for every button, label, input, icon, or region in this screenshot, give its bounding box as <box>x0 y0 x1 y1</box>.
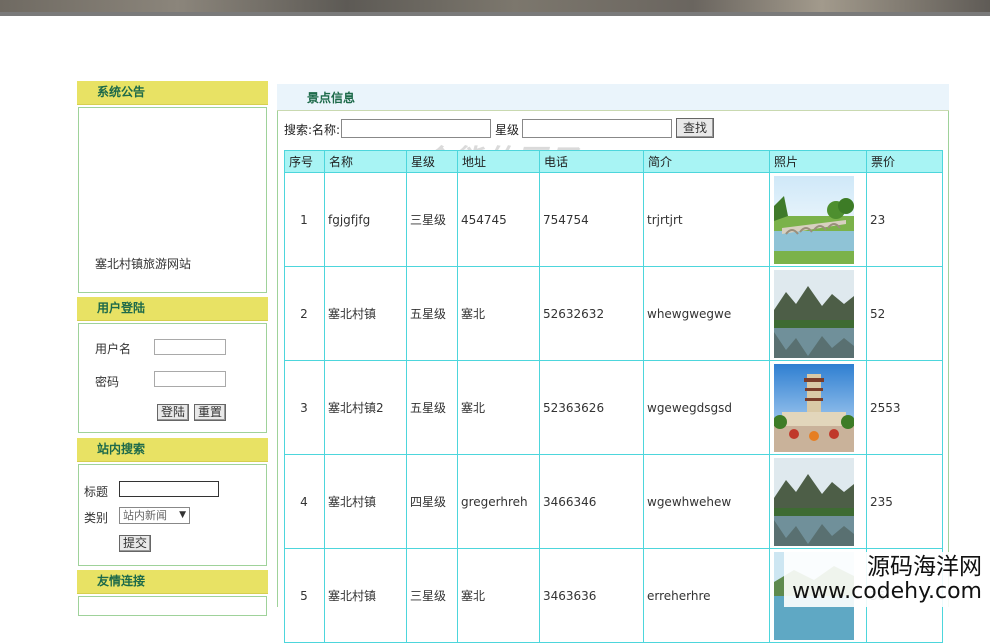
row-star: 三星级 <box>406 172 458 267</box>
column-header-name: 名称 <box>324 150 407 173</box>
row-price: 235 <box>866 454 943 549</box>
submit-button[interactable]: 提交 <box>119 535 152 552</box>
row-name: 塞北村镇2 <box>324 360 407 455</box>
column-header-address: 地址 <box>457 150 540 173</box>
row-price: 23 <box>866 172 943 267</box>
row-no: 1 <box>284 172 325 267</box>
row-address: 塞北 <box>457 360 540 455</box>
site-search-panel-title: 站内搜索 <box>77 438 268 462</box>
row-phone: 52632632 <box>539 266 644 361</box>
row-star: 五星级 <box>406 266 458 361</box>
row-photo-cell <box>769 454 867 549</box>
column-header-phone: 电话 <box>539 150 644 173</box>
row-intro: wgewhwehew <box>643 454 770 549</box>
find-button[interactable]: 查找 <box>676 118 715 138</box>
row-photo-cell <box>769 360 867 455</box>
row-intro: whewgwegwe <box>643 266 770 361</box>
username-label: 用户名 <box>95 342 132 356</box>
row-address: gregerhreh <box>457 454 540 549</box>
scenic-info-title: 景点信息 <box>277 84 949 111</box>
category-select[interactable]: 站内新闻 ▼ <box>119 507 190 524</box>
row-name: 塞北村镇 <box>324 548 407 643</box>
column-header-photo: 照片 <box>769 150 867 173</box>
search-category-label: 类别 <box>84 511 109 525</box>
table-header-row: 序号 名称 星级 地址 电话 简介 照片 票价 <box>284 150 943 173</box>
login-panel: 用户名 密码 登陆 重置 <box>78 323 267 433</box>
column-header-star: 星级 <box>406 150 458 173</box>
row-name: 塞北村镇 <box>324 454 407 549</box>
row-phone: 52363626 <box>539 360 644 455</box>
brand-watermark: 源码海洋网 www.codehy.com <box>784 552 986 607</box>
username-input[interactable] <box>154 339 226 355</box>
table-row[interactable]: 1 fgjgfjfg 三星级 454745 754754 trjrtjrt 23 <box>284 172 943 267</box>
category-select-value: 站内新闻 <box>123 509 167 522</box>
password-input[interactable] <box>154 371 226 387</box>
brand-en-text: www.codehy.com <box>792 579 982 604</box>
row-address: 454745 <box>457 172 540 267</box>
row-no: 2 <box>284 266 325 361</box>
bridge-photo[interactable] <box>774 175 854 264</box>
login-panel-title: 用户登陆 <box>77 297 268 321</box>
site-search-panel: 标题 类别 站内新闻 ▼ 提交 <box>78 464 267 566</box>
links-panel-title: 友情连接 <box>77 570 268 594</box>
row-photo-cell <box>769 266 867 361</box>
name-search-label: 搜索:名称: <box>284 123 341 137</box>
row-intro: erreherhre <box>643 548 770 643</box>
column-header-intro: 简介 <box>643 150 770 173</box>
row-phone: 754754 <box>539 172 644 267</box>
row-name: fgjgfjfg <box>324 172 407 267</box>
column-header-price: 票价 <box>866 150 943 173</box>
row-no: 4 <box>284 454 325 549</box>
row-intro: wgewegdsgsd <box>643 360 770 455</box>
row-price: 2553 <box>866 360 943 455</box>
row-price: 52 <box>866 266 943 361</box>
chevron-down-icon: ▼ <box>179 510 186 520</box>
table-row[interactable]: 4 塞北村镇 四星级 gregerhreh 3466346 wgewhwehew… <box>284 454 943 549</box>
row-address: 塞北 <box>457 548 540 643</box>
password-label: 密码 <box>95 375 120 389</box>
table-row[interactable]: 2 塞北村镇 五星级 塞北 52632632 whewgwegwe 52 <box>284 266 943 361</box>
column-header-no: 序号 <box>284 150 325 173</box>
mountain-lake-photo[interactable] <box>774 457 854 546</box>
tower-photo[interactable] <box>774 363 854 452</box>
links-panel <box>78 596 267 616</box>
row-address: 塞北 <box>457 266 540 361</box>
row-star: 五星级 <box>406 360 458 455</box>
row-photo-cell <box>769 172 867 267</box>
row-star: 四星级 <box>406 454 458 549</box>
notice-panel-title: 系统公告 <box>77 81 268 105</box>
row-intro: trjrtjrt <box>643 172 770 267</box>
row-no: 5 <box>284 548 325 643</box>
row-no: 3 <box>284 360 325 455</box>
notice-panel: 塞北村镇旅游网站 <box>78 107 267 293</box>
mountain-lake-photo[interactable] <box>774 269 854 358</box>
search-title-label: 标题 <box>84 485 109 499</box>
brand-cn-text: 源码海洋网 <box>867 554 982 580</box>
row-star: 三星级 <box>406 548 458 643</box>
reset-button[interactable]: 重置 <box>194 404 227 421</box>
header-banner-strip <box>0 0 990 16</box>
search-title-input[interactable] <box>119 481 219 497</box>
row-phone: 3466346 <box>539 454 644 549</box>
login-button[interactable]: 登陆 <box>157 404 190 421</box>
notice-text: 塞北村镇旅游网站 <box>95 257 192 271</box>
row-name: 塞北村镇 <box>324 266 407 361</box>
row-phone: 3463636 <box>539 548 644 643</box>
table-row[interactable]: 3 塞北村镇2 五星级 塞北 52363626 wgewegdsgsd 2553 <box>284 360 943 455</box>
